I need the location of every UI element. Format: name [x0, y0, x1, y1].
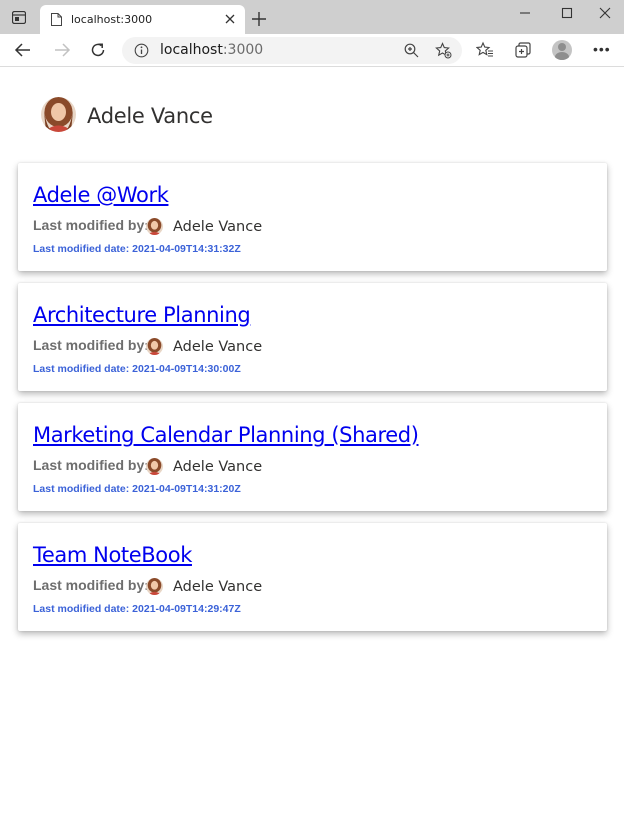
- maximize-icon[interactable]: [559, 5, 575, 21]
- profile-avatar[interactable]: [552, 40, 572, 60]
- close-window-icon[interactable]: [597, 5, 613, 21]
- favorites-icon[interactable]: [476, 41, 494, 59]
- notebook-link[interactable]: Marketing Calendar Planning (Shared): [33, 423, 419, 447]
- notebook-card: Team NoteBook Last modified by: Adele Va…: [18, 523, 607, 631]
- modified-by-name: Adele Vance: [173, 339, 263, 355]
- refresh-icon[interactable]: [89, 41, 107, 59]
- window-menu-icon[interactable]: [12, 11, 26, 24]
- modified-by-label: Last modified by:: [33, 337, 149, 353]
- back-arrow-icon[interactable]: [14, 41, 32, 59]
- modified-date: Last modified date: 2021-04-09T14:31:32Z: [33, 243, 241, 255]
- page-icon: [51, 13, 62, 26]
- address-bar[interactable]: localhost:3000: [122, 37, 462, 64]
- browser-tab-strip: localhost:3000: [0, 0, 624, 34]
- collections-icon[interactable]: [514, 41, 532, 59]
- browser-tab[interactable]: localhost:3000: [40, 5, 245, 34]
- modified-by-name: Adele Vance: [173, 579, 263, 595]
- notebook-card: Marketing Calendar Planning (Shared) Las…: [18, 403, 607, 511]
- site-info-icon[interactable]: [134, 43, 149, 58]
- modified-by-label: Last modified by:: [33, 457, 149, 473]
- url-text: localhost:3000: [160, 42, 264, 58]
- more-options-icon[interactable]: •••: [593, 42, 611, 56]
- modified-by-name: Adele Vance: [173, 219, 263, 235]
- notebook-link[interactable]: Adele @Work: [33, 183, 169, 207]
- modifier-avatar: [146, 578, 163, 595]
- new-tab-icon[interactable]: [251, 11, 267, 27]
- notebook-card: Adele @Work Last modified by: Adele Vanc…: [18, 163, 607, 271]
- minimize-icon[interactable]: [517, 5, 533, 21]
- browser-toolbar: localhost:3000 •••: [0, 34, 624, 67]
- modified-by-name: Adele Vance: [173, 459, 263, 475]
- notebook-link[interactable]: Architecture Planning: [33, 303, 251, 327]
- notebook-link[interactable]: Team NoteBook: [33, 543, 192, 567]
- zoom-icon[interactable]: [403, 42, 420, 59]
- add-favorite-icon[interactable]: [435, 42, 452, 59]
- modifier-avatar: [146, 458, 163, 475]
- modified-by-label: Last modified by:: [33, 217, 149, 233]
- modifier-avatar: [146, 338, 163, 355]
- modifier-avatar: [146, 218, 163, 235]
- user-name: Adele Vance: [87, 104, 213, 128]
- tab-title: localhost:3000: [71, 13, 153, 26]
- modified-date: Last modified date: 2021-04-09T14:29:47Z: [33, 603, 241, 615]
- user-avatar: [41, 97, 76, 132]
- close-tab-icon[interactable]: [224, 13, 236, 25]
- modified-by-label: Last modified by:: [33, 577, 149, 593]
- forward-arrow-icon[interactable]: [53, 41, 71, 59]
- notebook-card: Architecture Planning Last modified by: …: [18, 283, 607, 391]
- modified-date: Last modified date: 2021-04-09T14:30:00Z: [33, 363, 241, 375]
- modified-date: Last modified date: 2021-04-09T14:31:20Z: [33, 483, 241, 495]
